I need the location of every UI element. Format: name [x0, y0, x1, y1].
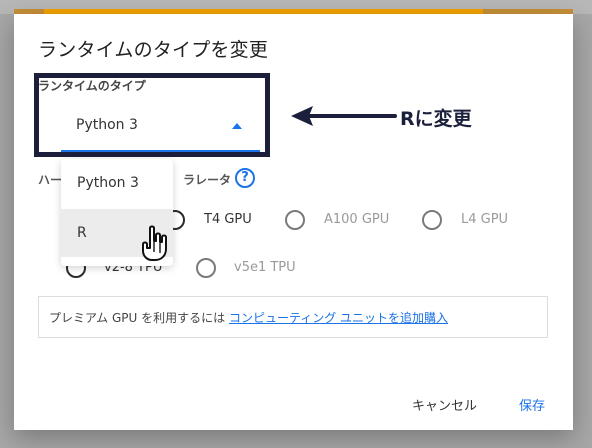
hardware-accelerator-label-left: ハー — [38, 173, 63, 187]
premium-gpu-info-text: プレミアム GPU を利用するには コンピューティング ユニットを追加購入 — [49, 309, 448, 326]
radio-v5e1-tpu[interactable] — [196, 258, 216, 278]
chevron-up-icon[interactable] — [232, 123, 242, 129]
save-button[interactable]: 保存 — [519, 395, 545, 414]
runtime-dialog: ランタイムのタイプを変更 ランタイムのタイプ Python 3 Rに変更 ハー … — [14, 14, 573, 430]
callout-label: Rに変更 — [400, 108, 472, 130]
cancel-button[interactable]: キャンセル — [412, 395, 477, 414]
option-a100-gpu: A100 GPU — [324, 212, 390, 227]
arrow-left-icon — [291, 106, 397, 126]
premium-gpu-info-prefix: プレミアム GPU を利用するには — [49, 311, 229, 325]
dropdown-option-python-3[interactable]: Python 3 — [61, 159, 173, 207]
option-v5e1-tpu: v5e1 TPU — [234, 260, 296, 275]
radio-l4-gpu[interactable] — [422, 210, 442, 230]
runtime-type-label: ランタイムのタイプ — [38, 79, 146, 93]
screen: ランタイムのタイプを変更 ランタイムのタイプ Python 3 Rに変更 ハー … — [0, 0, 592, 448]
hardware-accelerator-label-right: ラレータ — [183, 173, 232, 187]
option-t4-gpu: T4 GPU — [204, 212, 252, 227]
buy-compute-units-link[interactable]: コンピューティング ユニットを追加購入 — [229, 311, 448, 325]
premium-gpu-info-box: プレミアム GPU を利用するには コンピューティング ユニットを追加購入 — [38, 296, 548, 338]
radio-a100-gpu[interactable] — [285, 210, 305, 230]
hand-cursor-icon — [142, 225, 167, 261]
runtime-select[interactable]: Python 3 — [76, 117, 138, 133]
option-l4-gpu: L4 GPU — [461, 212, 509, 227]
help-icon[interactable]: ? — [235, 168, 255, 188]
runtime-select-underline — [61, 150, 260, 152]
dialog-title: ランタイムのタイプを変更 — [38, 39, 269, 61]
